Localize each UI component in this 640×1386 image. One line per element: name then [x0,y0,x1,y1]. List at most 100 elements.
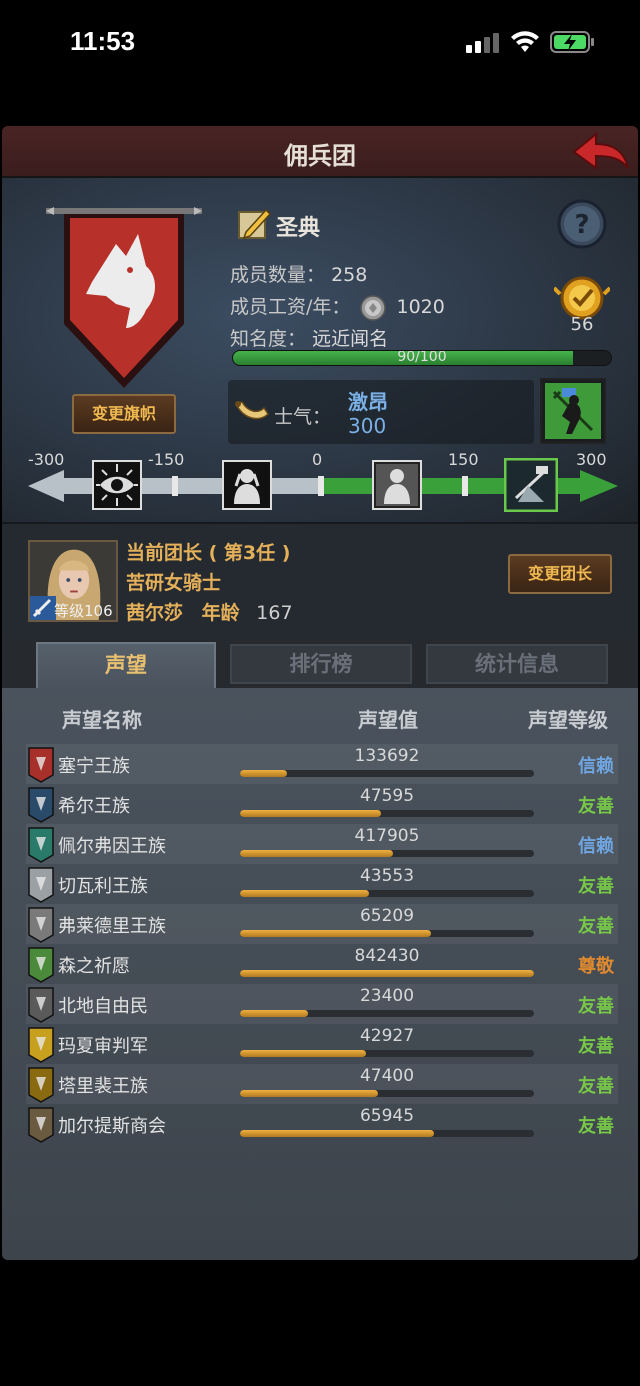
scale-label-max: 300 [576,450,607,469]
current-morale-marker-icon [504,458,558,512]
reputation-value: 842430 [354,946,420,966]
reputation-row[interactable]: 佩尔弗因王族 417905 信赖 [26,824,618,864]
reputation-progress-fill [240,970,534,977]
faction-emblem-icon [28,787,54,823]
fame-progress-bar: 90/100 [232,350,612,366]
reputation-value: 65945 [359,1106,415,1126]
faction-name: 森之祈愿 [58,956,130,977]
leader-section: 等级106 当前团长 ( 第3任 ) 苦研女骑士 茜尔莎 年龄 167 变更团长 [2,522,638,636]
reputation-level: 友善 [578,1036,614,1057]
scale-label-zero: 0 [312,450,323,469]
faction-emblem-icon [28,907,54,943]
reputation-progress-fill [240,770,288,777]
reputation-row[interactable]: 塞宁王族 133692 信赖 [26,744,618,784]
medal-count: 56 [570,314,594,335]
reputation-progress-bar [240,770,534,777]
leader-title: 当前团长 ( 第3任 ) [126,542,291,564]
reputation-row[interactable]: 塔里裴王族 47400 友善 [26,1064,618,1104]
reputation-progress-bar [240,1050,534,1057]
reputation-level: 友善 [578,916,614,937]
calm-figure-icon [372,460,422,510]
header-rep-name: 声望名称 [62,708,142,732]
faction-emblem-icon [28,747,54,783]
reputation-level: 友善 [578,876,614,897]
faction-name: 塞宁王族 [58,756,130,777]
title-bar: 佣兵团 [2,126,638,178]
reputation-row[interactable]: 玛夏审判军 42927 友善 [26,1024,618,1064]
leader-class: 苦研女骑士 [126,572,222,594]
faction-name: 北地自由民 [58,996,148,1017]
faction-name: 弗莱德里王族 [58,916,166,937]
company-name: 圣典 [276,216,321,241]
reputation-row[interactable]: 北地自由民 23400 友善 [26,984,618,1024]
reputation-value: 417905 [354,826,420,846]
eye-burst-icon [92,460,142,510]
reputation-progress-bar [240,930,534,937]
faction-emblem-icon [28,1107,54,1143]
reputation-value: 47595 [359,786,415,806]
help-icon[interactable]: ? [556,198,608,250]
morale-value: 300 [348,414,387,438]
reputation-progress-fill [240,1090,379,1097]
morale-state: 激昂 [348,390,388,414]
reputation-progress-fill [240,890,370,897]
reputation-row[interactable]: 希尔王族 47595 友善 [26,784,618,824]
faction-name: 希尔王族 [58,796,130,817]
wifi-icon [511,31,539,52]
change-banner-button[interactable]: 变更旗帜 [72,394,176,434]
reputation-progress-fill [240,810,382,817]
faction-name: 佩尔弗因王族 [58,836,166,857]
change-leader-button[interactable]: 变更团长 [508,554,612,594]
members-label: 成员数量： [230,264,326,286]
mercenary-panel: 佣兵团 变更旗帜 圣典 ? 成员数量： 258 成员工资/年： 1020 知名度… [2,126,638,1260]
reputation-progress-fill [240,1050,367,1057]
faction-emblem-icon [28,1027,54,1063]
battery-charging-icon [550,31,594,53]
header-rep-value: 声望值 [358,708,418,732]
despair-figure-icon [222,460,272,510]
age-label: 年龄 [201,602,240,624]
svg-text:?: ? [574,210,589,240]
tab-statistics[interactable]: 统计信息 [426,644,608,684]
faction-name: 玛夏审判军 [58,1036,148,1057]
reputation-level: 友善 [578,996,614,1017]
status-bar: 11:53 [0,0,640,90]
tab-ranking[interactable]: 排行榜 [230,644,412,684]
reputation-value: 47400 [359,1066,415,1086]
reputation-progress-bar [240,810,534,817]
company-header: 变更旗帜 圣典 ? 成员数量： 258 成员工资/年： 1020 知名度： 远近… [2,178,638,522]
reputation-row[interactable]: 加尔提斯商会 65945 友善 [26,1104,618,1144]
faction-emblem-icon [28,827,54,863]
reputation-progress-bar [240,890,534,897]
reputation-list: 声望名称 声望值 声望等级 塞宁王族 133692 信赖 希尔王族 47595 友善 佩尔弗… [2,688,638,1260]
fame-value: 远近闻名 [312,328,389,350]
reputation-value: 23400 [359,986,415,1006]
back-arrow-icon[interactable] [572,130,630,174]
reputation-value: 42927 [359,1026,415,1046]
tab-reputation[interactable]: 声望 [36,642,216,688]
reputation-level: 尊敬 [578,956,614,977]
faction-name: 加尔提斯商会 [58,1116,166,1137]
leader-name: 茜尔莎 [126,602,184,624]
members-value: 258 [331,264,368,286]
fame-label: 知名度： [230,328,307,350]
charging-soldier-icon[interactable] [540,378,606,444]
fame-row: 知名度： 远近闻名 [230,324,388,351]
faction-emblem-icon [28,1067,54,1103]
reputation-progress-bar [240,1010,534,1017]
leader-info-row: 茜尔莎 年龄 167 [126,598,293,625]
leader-level: 等级106 [54,602,113,620]
reputation-row[interactable]: 切瓦利王族 43553 友善 [26,864,618,904]
tab-bar: 声望 排行榜 统计信息 [2,636,638,688]
reputation-row[interactable]: 弗莱德里王族 65209 友善 [26,904,618,944]
horn-icon [234,401,269,420]
reputation-row[interactable]: 森之祈愿 842430 尊敬 [26,944,618,984]
fame-progress-text: 90/100 [397,350,447,365]
edit-name-icon[interactable] [236,206,272,242]
scale-label-high: 150 [448,450,479,469]
reputation-level: 友善 [578,1076,614,1097]
reputation-progress-fill [240,1130,435,1137]
status-time: 11:53 [70,26,136,56]
reputation-value: 133692 [354,746,420,766]
reputation-progress-bar [240,850,534,857]
